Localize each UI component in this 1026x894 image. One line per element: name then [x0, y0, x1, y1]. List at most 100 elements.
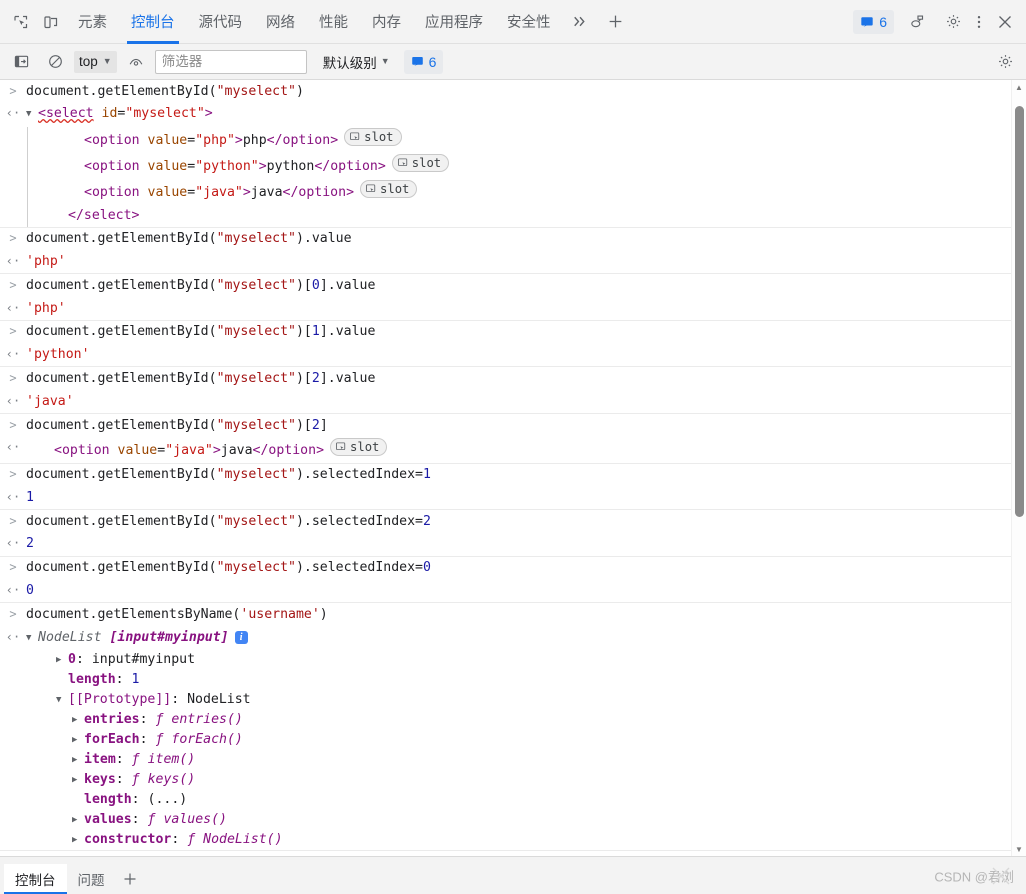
- console-line[interactable]: ‹· NodeList [input#myinput] i: [0, 626, 1011, 650]
- tab-elements[interactable]: 元素: [66, 0, 119, 44]
- feedback-icon[interactable]: [902, 7, 932, 37]
- drawer-add-tab-icon[interactable]: [116, 864, 144, 894]
- console-line[interactable]: <option value="python">python</option> sl…: [28, 152, 1011, 178]
- console-line[interactable]: > document.getElementById("myselect").sel…: [0, 510, 1011, 533]
- console-scrollbar[interactable]: ▲ ▼: [1011, 80, 1026, 856]
- console-result-number: 1: [26, 489, 34, 505]
- object-key: forEach: [84, 731, 140, 747]
- tab-console[interactable]: 控制台: [119, 0, 187, 44]
- console-line[interactable]: > document.getElementById("myselect")[2].…: [0, 367, 1011, 390]
- filter-input[interactable]: [154, 49, 307, 74]
- watermark-x-icon: [992, 867, 1010, 884]
- object-property-row[interactable]: keys: ƒ keys(): [0, 770, 1011, 790]
- console-line[interactable]: </select>: [28, 204, 1011, 227]
- tab-performance[interactable]: 性能: [307, 0, 360, 44]
- console-line[interactable]: ‹· 1: [0, 486, 1011, 509]
- execution-context-select[interactable]: top ▼: [74, 50, 117, 73]
- object-property-row[interactable]: constructor: ƒ NodeList(): [0, 830, 1011, 850]
- inspect-element-icon[interactable]: [6, 7, 36, 37]
- object-property-row[interactable]: 0: input#myinput: [0, 650, 1011, 670]
- slot-badge[interactable]: slot: [360, 179, 418, 198]
- console-line[interactable]: > document.getElementsByName('username'): [0, 603, 1011, 626]
- scroll-up-arrow-icon[interactable]: ▲: [1012, 80, 1026, 94]
- object-property-row[interactable]: item: ƒ item(): [0, 750, 1011, 770]
- console-message-area[interactable]: >document.getElementById("myselect")‹·<s…: [0, 80, 1026, 856]
- console-line[interactable]: > document.getElementById("myselect")[2]: [0, 414, 1011, 437]
- slot-badge[interactable]: slot: [330, 438, 388, 457]
- console-line-text: NodeList [input#myinput] i: [26, 628, 1011, 649]
- console-line[interactable]: > document.getElementById("myselect"): [0, 80, 1011, 103]
- tab-network[interactable]: 网络: [254, 0, 307, 44]
- console-result-string: 'php': [26, 254, 66, 270]
- object-property-row[interactable]: entries: ƒ entries(): [0, 710, 1011, 730]
- expand-triangle-icon[interactable]: [72, 750, 84, 770]
- console-line[interactable]: > document.getElementById("myselect").sel…: [0, 557, 1011, 580]
- info-icon[interactable]: i: [234, 630, 248, 644]
- chevron-down-icon: ▼: [380, 56, 390, 66]
- code-token: document.getElementById(: [26, 560, 217, 576]
- console-line[interactable]: > document.getElementById("myselect").val…: [0, 228, 1011, 251]
- console-line[interactable]: ‹· 2: [0, 533, 1011, 556]
- console-line[interactable]: <option value="php">php</option> slot: [28, 127, 1011, 153]
- log-level-select[interactable]: 默认级别 ▼: [319, 51, 394, 73]
- code-token: ).value: [295, 231, 352, 247]
- drawer-tab-issues[interactable]: 问题: [67, 864, 116, 894]
- slot-badge[interactable]: slot: [391, 153, 450, 172]
- code-token: "myselect": [216, 231, 296, 247]
- console-line-text: document.getElementById("myselect").sele…: [26, 465, 1011, 485]
- expand-triangle-icon[interactable]: [26, 629, 38, 649]
- expand-triangle-icon[interactable]: [72, 770, 84, 790]
- tab-security[interactable]: 安全性: [495, 0, 563, 44]
- tab-label: 应用程序: [425, 15, 483, 31]
- close-icon[interactable]: [990, 7, 1020, 37]
- show-console-sidebar-icon[interactable]: [6, 47, 36, 77]
- console-line[interactable]: <option value="java">java</option> slot: [28, 178, 1011, 204]
- console-line[interactable]: ‹· <select id="myselect">: [0, 103, 1011, 127]
- expand-triangle-icon[interactable]: [26, 105, 38, 125]
- kebab-menu-icon[interactable]: [968, 7, 990, 37]
- slot-badge[interactable]: slot: [344, 128, 402, 147]
- drawer-tab-console[interactable]: 控制台: [4, 864, 67, 894]
- expand-triangle-icon[interactable]: [72, 810, 84, 830]
- console-message-count-badge[interactable]: 6: [403, 49, 444, 74]
- expand-triangle-icon[interactable]: [72, 830, 84, 850]
- scrollbar-thumb[interactable]: [1015, 105, 1024, 517]
- tab-sources[interactable]: 源代码: [187, 0, 255, 44]
- console-line[interactable]: > document.getElementById("myselect")[0].…: [0, 274, 1011, 297]
- console-settings-gear-icon[interactable]: [990, 47, 1020, 77]
- object-property-row[interactable]: values: ƒ values(): [0, 810, 1011, 830]
- code-token: "myselect": [216, 417, 296, 433]
- console-line[interactable]: > document.getElementById("myselect").sel…: [0, 464, 1011, 487]
- console-line-marker: ‹·: [5, 489, 21, 504]
- message-count-badge[interactable]: 6: [853, 9, 894, 34]
- expand-triangle-icon[interactable]: [72, 730, 84, 750]
- console-line[interactable]: ‹· 0: [0, 579, 1011, 602]
- console-group: > document.getElementsByName('username') ‹…: [0, 603, 1011, 851]
- object-property-row[interactable]: length: (...): [0, 790, 1011, 810]
- chevron-double-right-icon[interactable]: [563, 7, 597, 37]
- object-property-row[interactable]: length: 1: [0, 670, 1011, 690]
- slot-inspect-icon: [350, 132, 360, 141]
- object-key: length: [68, 671, 116, 687]
- device-toolbar-icon[interactable]: [36, 7, 66, 37]
- console-line-text: 1: [26, 488, 1011, 508]
- clear-console-icon[interactable]: [40, 47, 70, 77]
- tab-memory[interactable]: 内存: [360, 0, 413, 44]
- console-line[interactable]: > document.getElementById("myselect")[1].…: [0, 321, 1011, 344]
- tab-application[interactable]: 应用程序: [413, 0, 495, 44]
- console-line[interactable]: ‹· <option value="java">java</option> slot: [0, 437, 1011, 463]
- eye-icon[interactable]: [121, 47, 151, 77]
- add-tab-icon[interactable]: [597, 7, 635, 37]
- console-line[interactable]: ‹· 'php': [0, 297, 1011, 320]
- console-line[interactable]: ‹· 'python': [0, 344, 1011, 367]
- scroll-down-arrow-icon[interactable]: ▼: [1012, 842, 1026, 856]
- expand-triangle-icon[interactable]: [56, 650, 68, 670]
- gear-icon[interactable]: [938, 7, 968, 37]
- object-property-row[interactable]: [[Prototype]]: NodeList: [0, 690, 1011, 710]
- console-line[interactable]: ‹· 'php': [0, 250, 1011, 273]
- object-property-row[interactable]: forEach: ƒ forEach(): [0, 730, 1011, 750]
- expand-triangle-icon[interactable]: [56, 690, 68, 710]
- expand-triangle-icon[interactable]: [72, 710, 84, 730]
- console-line[interactable]: ‹· 'java': [0, 390, 1011, 413]
- code-token: ]: [319, 417, 328, 433]
